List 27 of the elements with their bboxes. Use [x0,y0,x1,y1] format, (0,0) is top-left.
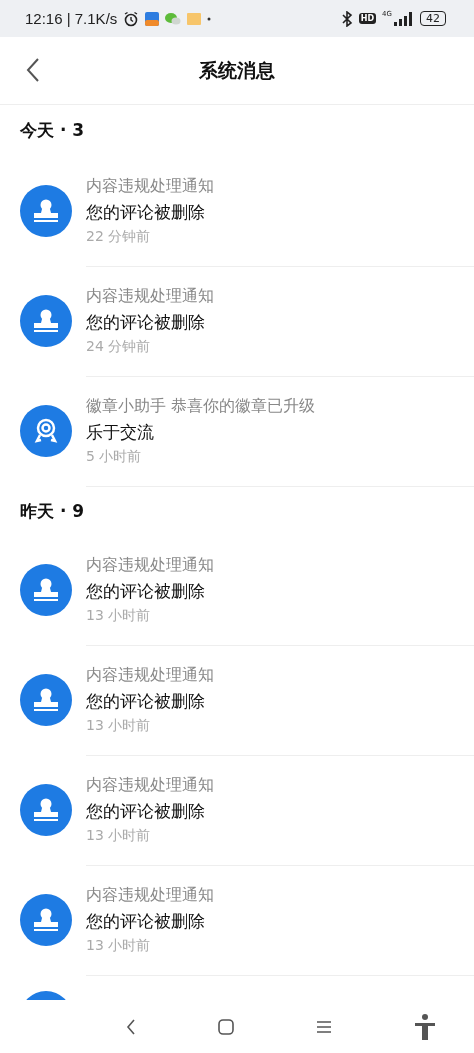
message-title: 内容违规处理通知 [86,285,215,307]
message-time: 13 小时前 [86,606,152,625]
message-time: 5 小时前 [86,447,143,466]
message-body[interactable]: 您的评论被删除 [86,689,474,713]
section-header: 今天 · 3 [19,119,86,142]
message-time: 22 分钟前 [86,227,152,246]
hd-badge: HD [358,13,377,24]
message-body[interactable]: 您的评论被删除 [86,579,474,603]
message-body[interactable]: 您的评论被删除 [86,909,474,933]
battery-indicator: 42 [420,11,446,26]
message-body[interactable]: 您的评论被删除 [86,200,474,224]
message-body[interactable]: 您的评论被删除 [86,310,474,334]
message-time: 24 分钟前 [86,337,152,356]
message-title: 内容违规处理通知 [86,175,215,197]
section-header: 昨天 · 9 [19,500,86,523]
message-title: 内容违规处理通知 [86,664,215,686]
message-title: 徽章小助手 恭喜你的徽章已升级 [86,395,317,417]
message-title: 内容违规处理通知 [86,774,215,796]
message-time: 13 小时前 [86,826,152,845]
message-body[interactable]: 您的评论被删除 [86,799,474,823]
message-title: 内容违规处理通知 [86,554,215,576]
message-title: 内容违规处理通知 [86,884,215,906]
message-time: 13 小时前 [86,716,152,735]
message-body[interactable]: 乐于交流 [86,420,474,444]
page-title: 系统消息 [199,57,275,83]
status-time: 12:16 | 7.1K/s [25,10,118,27]
message-time: 13 小时前 [86,936,152,955]
